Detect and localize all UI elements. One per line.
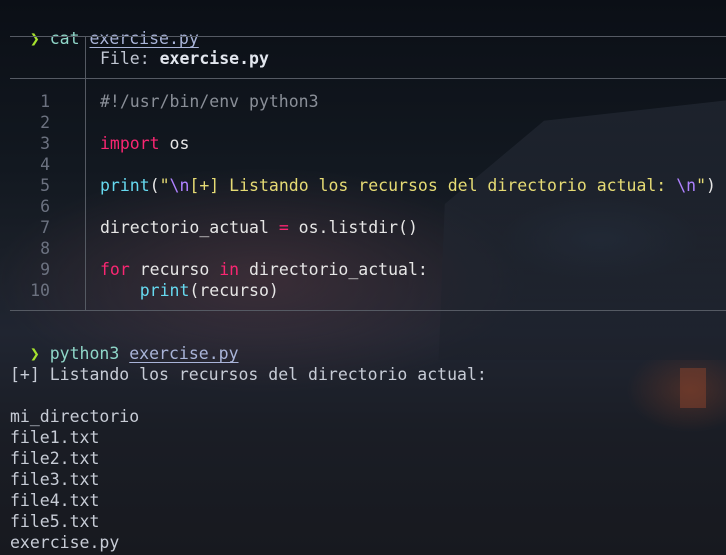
prompt-arrow-icon: ❯ [29, 344, 40, 363]
code-keyword: import [100, 134, 160, 153]
output-file-item: file3.txt [10, 470, 100, 489]
code-string: [+] Listando los recursos del directorio… [189, 176, 677, 195]
command-argument-link[interactable]: exercise.py [129, 344, 238, 363]
line-number: 2 [40, 113, 50, 132]
background-lit-window [680, 368, 706, 408]
prompt-line-python3[interactable]: ❯ python3 exercise.py [10, 322, 239, 363]
command-name: python3 [49, 344, 120, 363]
file-header: File: exercise.py [100, 48, 269, 69]
code-gutter-divider [85, 79, 86, 310]
code-paren: ( [149, 176, 160, 195]
output-file-item: mi_directorio [10, 407, 140, 426]
code-line-for: for recurso in directorio_actual: [100, 259, 428, 280]
code-text: os.listdir() [288, 218, 418, 237]
output-file-item: file2.txt [10, 449, 100, 468]
line-number: 4 [40, 155, 50, 174]
code-line-assign: directorio_actual = os.listdir() [100, 217, 418, 238]
box-header-rule [10, 78, 726, 79]
code-escape: \n [169, 176, 190, 195]
box-bottom-rule [10, 310, 726, 311]
header-gutter-divider [85, 36, 86, 78]
code-text: os [159, 134, 190, 153]
code-operator: = [278, 218, 289, 237]
code-line-import: import os [100, 133, 189, 154]
output-file-item: file5.txt [10, 512, 100, 531]
code-keyword: in [219, 260, 240, 279]
command-name: cat [49, 29, 80, 48]
output-file-item: exercise.py [10, 533, 120, 552]
code-paren: ) [706, 176, 716, 195]
code-line-print-loop: print(recurso) [100, 280, 279, 301]
line-number: 8 [40, 239, 50, 258]
code-text: directorio_actual: [239, 260, 428, 279]
line-number: 3 [40, 134, 50, 153]
line-number: 10 [30, 281, 50, 300]
code-comment: #!/usr/bin/env python3 [100, 92, 319, 111]
code-string-quote: " [696, 176, 706, 195]
output-file-item: file4.txt [10, 491, 100, 510]
code-text: (recurso) [189, 281, 279, 300]
box-top-rule [10, 36, 726, 37]
command-argument-link[interactable]: exercise.py [90, 29, 199, 48]
line-number: 9 [40, 260, 50, 279]
line-number: 1 [40, 92, 50, 111]
code-line-print-header: print("\n[+] Listando los recursos del d… [100, 175, 716, 196]
background-house-silhouette [438, 100, 726, 360]
output-file-item: file1.txt [10, 428, 100, 447]
code-escape: \n [676, 176, 697, 195]
file-header-label: File: [100, 49, 160, 68]
prompt-arrow-icon: ❯ [29, 29, 40, 48]
prompt-line-cat[interactable]: ❯ cat exercise.py [10, 7, 199, 48]
file-header-filename: exercise.py [159, 49, 269, 68]
code-line-shebang: #!/usr/bin/env python3 [100, 91, 319, 112]
code-keyword: for [100, 260, 130, 279]
code-variable: directorio_actual [100, 218, 279, 237]
line-number: 6 [40, 197, 50, 216]
line-number: 7 [40, 218, 50, 237]
code-text: recurso [129, 260, 220, 279]
code-function: print [100, 176, 150, 195]
output-header: [+] Listando los recursos del directorio… [10, 365, 487, 384]
code-function: print [139, 281, 190, 300]
line-number: 5 [40, 176, 50, 195]
code-string-quote: " [159, 176, 170, 195]
